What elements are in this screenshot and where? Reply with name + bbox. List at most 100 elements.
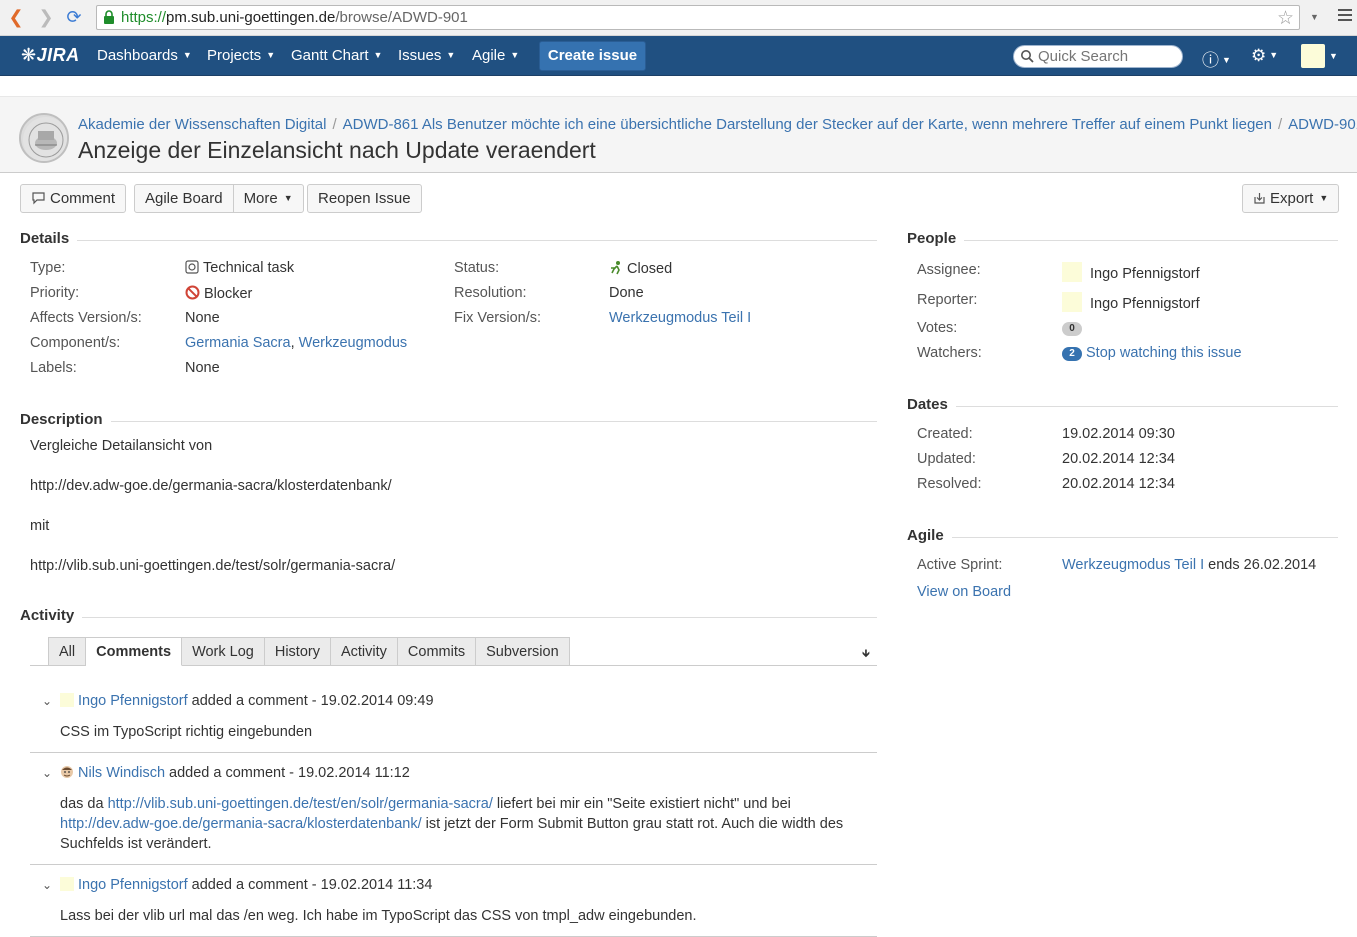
priority-value: Blocker — [185, 285, 252, 302]
description-link[interactable]: http://vlib.sub.uni-goettingen.de/test/s… — [30, 558, 395, 574]
comment-link[interactable]: http://vlib.sub.uni-goettingen.de/test/e… — [108, 796, 493, 812]
watchers-label: Watchers: — [917, 345, 982, 361]
avatar — [60, 693, 74, 707]
dates-heading: Dates — [907, 396, 956, 413]
tab-comments[interactable]: Comments — [86, 637, 183, 666]
labels-label: Labels: — [30, 360, 77, 376]
avatar — [1062, 292, 1082, 312]
assignee-value[interactable]: Ingo Pfennigstorf — [1062, 262, 1200, 282]
reload-icon[interactable]: ⟳ — [64, 7, 84, 27]
breadcrumb-project[interactable]: Akademie der Wissenschaften Digital — [78, 116, 326, 133]
comment-header: ⌄ Ingo Pfennigstorf added a comment - 19.… — [42, 877, 433, 893]
updated-label: Updated: — [917, 451, 976, 467]
resolution-value: Done — [609, 285, 644, 301]
menu-gantt-chart[interactable]: Gantt Chart ▼ — [291, 47, 382, 64]
create-issue-button[interactable]: Create issue — [539, 41, 646, 71]
breadcrumb-issue-key[interactable]: ADWD-901 — [1288, 116, 1357, 133]
details-heading: Details — [20, 230, 78, 247]
view-on-board-link[interactable]: View on Board — [917, 584, 1011, 600]
address-bar[interactable]: https://pm.sub.uni-goettingen.de/browse/… — [96, 5, 1300, 30]
avatar — [61, 766, 73, 778]
menu-issues[interactable]: Issues ▼ — [398, 47, 455, 64]
votes-value[interactable]: 0 — [1062, 320, 1086, 336]
more-button[interactable]: More ▼ — [232, 185, 303, 212]
chevron-down-icon[interactable]: ▼ — [1310, 12, 1319, 22]
tab-subversion[interactable]: Subversion — [476, 637, 570, 666]
chevron-down-icon[interactable]: ⌄ — [42, 878, 56, 892]
sort-order-icon[interactable]: 🡻 — [862, 645, 870, 664]
divider — [907, 537, 1338, 538]
created-label: Created: — [917, 426, 973, 442]
browser-menu-icon[interactable] — [1338, 9, 1352, 24]
seal-icon — [23, 117, 67, 161]
comment-author-link[interactable]: Nils Windisch — [78, 765, 165, 781]
divider — [907, 406, 1338, 407]
quick-search-input[interactable] — [1038, 47, 1178, 66]
tab-all[interactable]: All — [48, 637, 87, 666]
help-icon[interactable]: ⓘ ▼ — [1202, 46, 1231, 71]
export-icon — [1254, 193, 1265, 204]
gear-icon[interactable]: ⚙ ▼ — [1251, 46, 1278, 66]
description-link[interactable]: http://dev.adw-goe.de/germania-sacra/klo… — [30, 478, 392, 494]
bookmark-star-icon[interactable]: ☆ — [1277, 7, 1294, 30]
breadcrumb-parent-issue[interactable]: ADWD-861 Als Benutzer möchte ich eine üb… — [343, 116, 1272, 133]
watchers-value: 2 Stop watching this issue — [1062, 345, 1242, 361]
stop-watching-link[interactable]: Stop watching this issue — [1086, 345, 1242, 361]
votes-badge: 0 — [1062, 322, 1082, 336]
breadcrumb: Akademie der Wissenschaften Digital / ADWD… — [78, 116, 1357, 133]
divider — [907, 240, 1338, 241]
tab-work-log[interactable]: Work Log — [182, 637, 265, 666]
tab-activity[interactable]: Activity — [330, 637, 398, 666]
app-header: ❋JIRA Dashboards ▼ Projects ▼ Gantt Chart ▼… — [0, 36, 1357, 76]
chevron-down-icon[interactable]: ⌄ — [42, 766, 56, 780]
comment-icon — [32, 192, 45, 205]
user-avatar[interactable] — [1301, 44, 1325, 68]
jira-logo[interactable]: ❋JIRA — [21, 45, 80, 66]
type-label: Type: — [30, 260, 66, 276]
tab-history[interactable]: History — [264, 637, 331, 666]
issue-header: Akademie der Wissenschaften Digital / ADWD… — [0, 96, 1357, 173]
export-button[interactable]: Export ▼ — [1242, 184, 1340, 213]
affects-version-value: None — [185, 310, 220, 326]
chevron-down-icon[interactable]: ⌄ — [42, 694, 56, 708]
quick-search[interactable] — [1013, 45, 1183, 68]
comment-body: CSS im TypoScript richtig eingebunden — [60, 724, 313, 740]
activity-tabs: All Comments Work Log History Activity C… — [48, 637, 570, 666]
comment-author-link[interactable]: Ingo Pfennigstorf — [78, 877, 188, 893]
blocker-icon — [185, 285, 200, 300]
agile-board-button[interactable]: Agile Board — [135, 185, 233, 212]
menu-projects[interactable]: Projects ▼ — [207, 47, 275, 64]
chevron-down-icon[interactable]: ▼ — [1329, 51, 1338, 61]
component-link[interactable]: Werkzeugmodus — [299, 335, 408, 351]
resolved-label: Resolved: — [917, 476, 982, 492]
comment-author-link[interactable]: Ingo Pfennigstorf — [78, 693, 188, 709]
component-link[interactable]: Germania Sacra — [185, 335, 291, 351]
divider — [20, 421, 877, 422]
divider — [30, 752, 877, 753]
created-value: 19.02.2014 09:30 — [1062, 426, 1175, 442]
search-icon — [1021, 50, 1034, 63]
watchers-badge[interactable]: 2 — [1062, 347, 1082, 361]
menu-agile[interactable]: Agile ▼ — [472, 47, 519, 64]
divider — [20, 617, 877, 618]
reopen-issue-button[interactable]: Reopen Issue — [307, 184, 422, 213]
resolved-value: 20.02.2014 12:34 — [1062, 476, 1175, 492]
fix-version-link[interactable]: Werkzeugmodus Teil I — [609, 310, 751, 326]
divider — [20, 240, 877, 241]
status-label: Status: — [454, 260, 500, 276]
comment-body: das da http://vlib.sub.uni-goettingen.de… — [60, 796, 844, 852]
menu-dashboards[interactable]: Dashboards ▼ — [97, 47, 192, 64]
active-sprint-value: Werkzeugmodus Teil I ends 26.02.2014 — [1062, 557, 1317, 573]
comment-link[interactable]: http://dev.adw-goe.de/germania-sacra/klo… — [60, 816, 422, 832]
action-button-group: Agile Board More ▼ — [134, 184, 304, 213]
back-icon[interactable]: ❮ — [6, 7, 26, 27]
forward-icon[interactable]: ❯ — [36, 7, 56, 27]
page-title: Anzeige der Einzelansicht nach Update ve… — [78, 137, 596, 163]
project-avatar[interactable] — [19, 113, 69, 163]
sprint-link[interactable]: Werkzeugmodus Teil I — [1062, 557, 1204, 573]
comment-button[interactable]: Comment — [20, 184, 127, 213]
activity-heading: Activity — [20, 607, 83, 624]
tab-commits[interactable]: Commits — [397, 637, 477, 666]
description-text: mit — [30, 518, 50, 534]
reporter-value[interactable]: Ingo Pfennigstorf — [1062, 292, 1200, 312]
